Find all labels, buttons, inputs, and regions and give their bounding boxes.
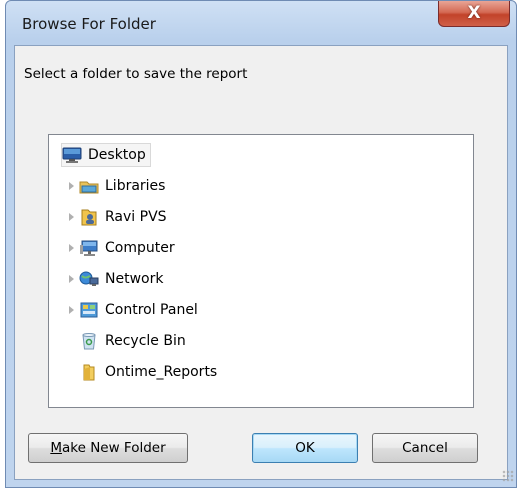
expand-arrow-icon[interactable] (67, 236, 75, 260)
tree-item-label: Desktop (88, 147, 146, 163)
tree-item-network[interactable]: Network (79, 267, 163, 291)
resize-grip[interactable] (502, 470, 514, 482)
tree-item-label: Network (105, 271, 164, 287)
expand-arrow-icon[interactable] (67, 174, 75, 198)
expand-arrow-icon[interactable] (67, 267, 75, 291)
make-new-folder-label: ake New Folder (61, 440, 166, 456)
computer-icon (79, 239, 99, 257)
tree-item-ravi-pvs[interactable]: Ravi PVS (79, 205, 167, 229)
cancel-button[interactable]: Cancel (372, 433, 478, 463)
close-icon: X (467, 3, 481, 23)
expand-arrow-icon[interactable] (67, 205, 75, 229)
tree-item-control-panel[interactable]: Control Panel (79, 298, 198, 322)
control-panel-icon (79, 301, 99, 319)
accelerator-key: M (50, 440, 62, 456)
tree-item-desktop[interactable]: Desktop (61, 143, 151, 167)
tree-item-label: Ravi PVS (105, 209, 167, 225)
tree-item-label: Ontime_Reports (105, 364, 218, 380)
make-new-folder-button[interactable]: Make New Folder (28, 433, 188, 463)
desktop-icon (62, 146, 82, 164)
libraries-icon (79, 177, 99, 195)
expand-arrow-icon[interactable] (67, 298, 75, 322)
ok-button[interactable]: OK (252, 433, 358, 463)
network-icon (79, 270, 99, 288)
close-button[interactable]: X (438, 1, 510, 27)
tree-item-computer[interactable]: Computer (79, 236, 175, 260)
instruction-text: Select a folder to save the report (24, 66, 248, 82)
tree-item-label: Libraries (105, 178, 166, 194)
folder-icon (79, 363, 99, 381)
tree-item-label: Computer (105, 240, 175, 256)
recycle-bin-icon (79, 332, 99, 350)
tree-item-ontime-reports[interactable]: Ontime_Reports (79, 360, 217, 384)
cancel-label: Cancel (402, 440, 448, 456)
ok-label: OK (295, 440, 315, 456)
folder-tree[interactable]: Desktop Libraries Ravi PVS Computer Netw… (48, 134, 474, 408)
window-title: Browse For Folder (22, 15, 156, 33)
user-folder-icon (79, 208, 99, 226)
tree-item-label: Control Panel (105, 302, 198, 318)
tree-item-libraries[interactable]: Libraries (79, 174, 165, 198)
tree-item-recycle-bin[interactable]: Recycle Bin (79, 329, 186, 353)
tree-item-label: Recycle Bin (105, 333, 186, 349)
